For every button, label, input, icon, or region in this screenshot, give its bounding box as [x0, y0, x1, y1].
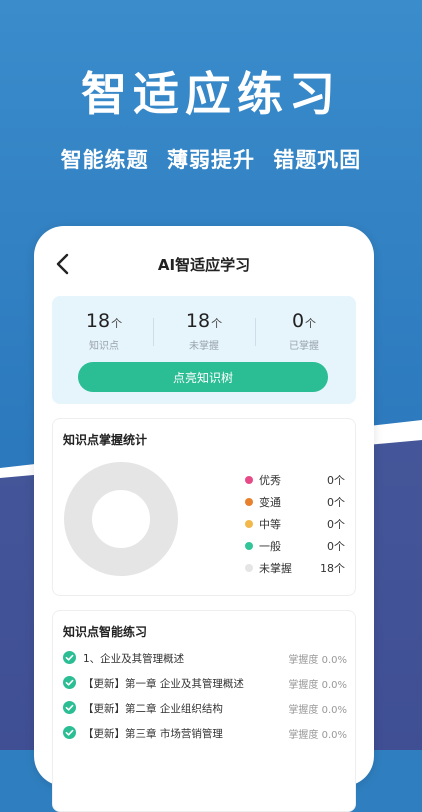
stat-knowledge-points: 18个 知识点: [54, 310, 154, 352]
legend-label: 变通: [259, 496, 281, 509]
legend-item-medium: 中等 0个: [245, 515, 345, 537]
stat-value: 0: [291, 310, 305, 332]
practice-item[interactable]: 1、企业及其管理概述 掌握度 0.0%: [63, 649, 347, 669]
mastery-legend: 优秀 0个 变通 0个 中等 0个 一般 0个 未掌握 18个: [245, 471, 345, 581]
check-circle-icon: [63, 651, 76, 664]
stat-value: 18: [185, 310, 211, 332]
legend-label: 优秀: [259, 474, 281, 487]
practice-item-mastery: 掌握度 0.0%: [288, 730, 347, 741]
practice-item-name: 1、企业及其管理概述: [83, 653, 185, 665]
legend-dot: [245, 520, 253, 528]
stat-unit: 个: [111, 317, 123, 330]
mastery-donut-chart: [64, 462, 178, 576]
legend-dot: [245, 476, 253, 484]
light-knowledge-tree-button[interactable]: 点亮知识树: [78, 362, 328, 392]
phone-screen: AI智适应学习 18个 知识点 18个 未掌握 0个 已掌握 点亮知识树 知识点…: [34, 226, 374, 812]
legend-item-excellent: 优秀 0个: [245, 471, 345, 493]
legend-item-unmastered: 未掌握 18个: [245, 559, 345, 581]
practice-item-name: 【更新】第一章 企业及其管理概述: [83, 678, 244, 690]
stat-mastered: 0个 已掌握: [254, 310, 354, 352]
legend-label: 中等: [259, 518, 281, 531]
stat-label: 未掌握: [189, 341, 219, 352]
practice-item[interactable]: 【更新】第一章 企业及其管理概述 掌握度 0.0%: [63, 674, 347, 694]
stat-unmastered: 18个 未掌握: [154, 310, 254, 352]
practice-item-name: 【更新】第二章 企业组织结构: [83, 703, 223, 715]
legend-dot: [245, 542, 253, 550]
practice-item[interactable]: 【更新】第二章 企业组织结构 掌握度 0.0%: [63, 699, 347, 719]
mastery-card-title: 知识点掌握统计: [63, 433, 148, 447]
practice-item-mastery: 掌握度 0.0%: [288, 705, 347, 716]
stat-unit: 个: [305, 317, 317, 330]
legend-dot: [245, 564, 253, 572]
legend-label: 一般: [259, 540, 281, 553]
stat-label: 已掌握: [289, 341, 319, 352]
page-title: AI智适应学习: [157, 256, 251, 274]
smart-practice-card: 知识点智能练习 1、企业及其管理概述 掌握度 0.0% 【更新】第一章 企业及其…: [52, 610, 356, 812]
practice-item[interactable]: 【更新】第三章 市场营销管理 掌握度 0.0%: [63, 724, 347, 744]
legend-value: 0个: [327, 540, 345, 553]
promo-headline: 智适应练习: [81, 67, 341, 121]
legend-item-average: 一般 0个: [245, 537, 345, 559]
legend-value: 0个: [327, 474, 345, 487]
nav-bar: AI智适应学习: [34, 226, 374, 298]
practice-card-title: 知识点智能练习: [63, 625, 148, 639]
stat-value: 18: [85, 310, 111, 332]
stat-unit: 个: [211, 317, 223, 330]
check-circle-icon: [63, 726, 76, 739]
practice-item-mastery: 掌握度 0.0%: [288, 655, 347, 666]
donut-ring-unmastered: [64, 462, 178, 576]
check-circle-icon: [63, 701, 76, 714]
stat-label: 知识点: [89, 341, 119, 352]
legend-value: 0个: [327, 518, 345, 531]
legend-value: 0个: [327, 496, 345, 509]
practice-item-mastery: 掌握度 0.0%: [288, 680, 347, 691]
promo-subline: 智能练题 薄弱提升 错题巩固: [60, 148, 362, 172]
check-circle-icon: [63, 676, 76, 689]
stats-card: 18个 知识点 18个 未掌握 0个 已掌握 点亮知识树: [52, 296, 356, 404]
legend-dot: [245, 498, 253, 506]
mastery-stats-card: 知识点掌握统计 优秀 0个 变通 0个 中等 0个 一般 0个 未掌握 18个: [52, 418, 356, 596]
legend-label: 未掌握: [259, 562, 292, 575]
legend-item-flexible: 变通 0个: [245, 493, 345, 515]
legend-value: 18个: [320, 562, 345, 575]
practice-item-name: 【更新】第三章 市场营销管理: [83, 728, 223, 740]
